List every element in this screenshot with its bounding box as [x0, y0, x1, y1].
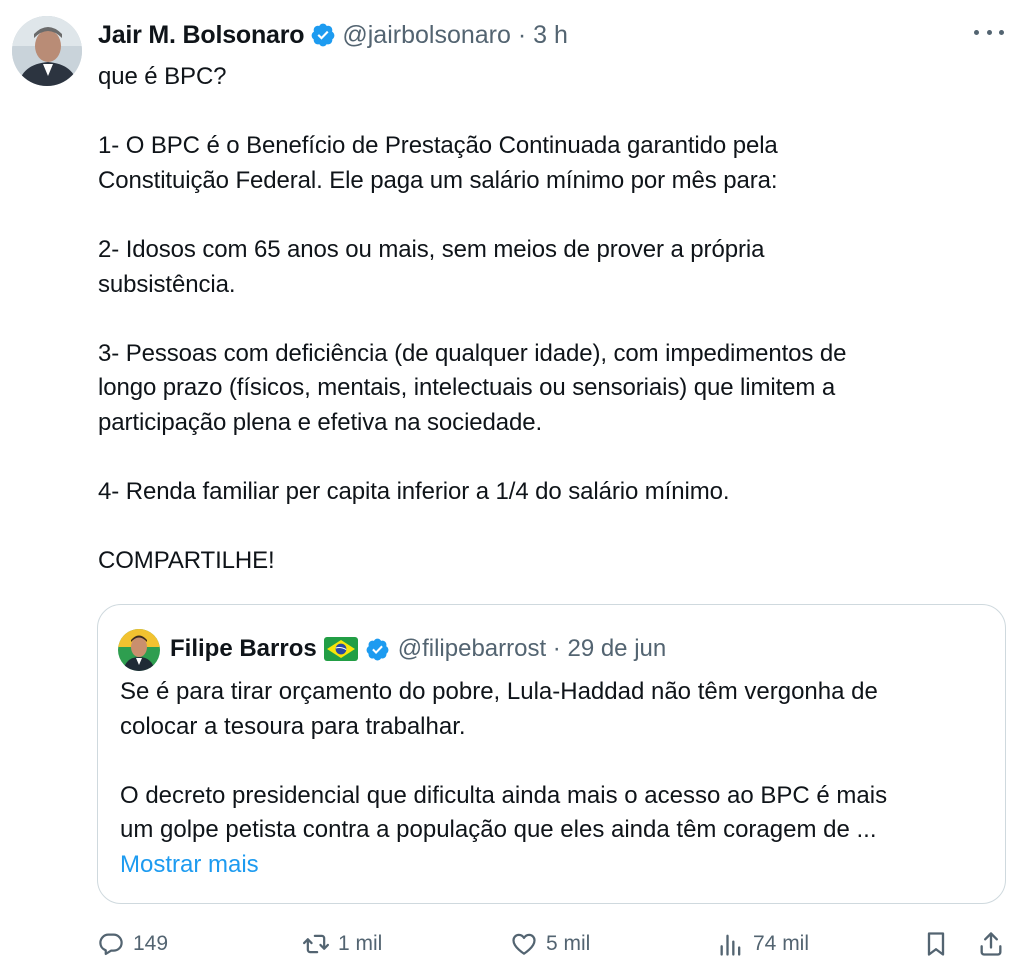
reply-button[interactable]: 149 [97, 924, 168, 964]
views-count: 74 mil [753, 932, 810, 955]
views-chart-icon [720, 934, 741, 956]
reply-icon [99, 933, 123, 956]
quote-separator-dot: · [546, 635, 568, 662]
views-button[interactable]: 74 mil [717, 924, 809, 964]
retweet-button[interactable]: 1 mil [302, 924, 382, 964]
quote-date[interactable]: 29 de jun [567, 635, 666, 663]
bookmark-button[interactable] [922, 924, 950, 964]
show-more-link[interactable]: Mostrar mais [120, 851, 259, 879]
like-count: 5 mil [546, 932, 591, 955]
tweet-action-bar: 149 1 mil 5 mil 74 mil [97, 924, 1007, 964]
tweet-time[interactable]: 3 h [533, 21, 568, 50]
quote-text: Se é para tirar orçamento do pobre, Lula… [120, 678, 888, 844]
quote-verified-badge-icon [366, 638, 389, 660]
bookmark-icon [927, 932, 945, 956]
quote-author-avatar[interactable] [118, 629, 160, 671]
share-icon [980, 932, 1002, 956]
more-options-icon[interactable] [974, 22, 1004, 42]
author-handle[interactable]: @jairbolsonaro [342, 21, 511, 50]
author-avatar[interactable] [12, 16, 82, 86]
author-name[interactable]: Jair M. Bolsonaro [98, 21, 305, 50]
quoted-tweet[interactable]: Filipe Barros @filipebarrost · 29 de jun… [97, 604, 1006, 904]
share-button[interactable] [977, 924, 1005, 964]
tweet-header: Jair M. Bolsonaro @jairbolsonaro · 3 h [98, 18, 568, 52]
separator-dot: · [510, 20, 534, 49]
tweet-text: que é BPC? 1- O BPC é o Benefício de Pre… [98, 63, 847, 575]
heart-icon [512, 933, 536, 955]
reply-count: 149 [133, 932, 169, 955]
verified-badge-icon [312, 23, 335, 47]
brazil-flag-icon [323, 637, 358, 661]
quote-header: Filipe Barros @filipebarrost · 29 de jun [170, 632, 666, 666]
retweet-icon [302, 934, 330, 954]
quote-author-name[interactable]: Filipe Barros [170, 635, 317, 663]
quote-author-handle[interactable]: @filipebarrost [398, 635, 546, 663]
retweet-count: 1 mil [338, 932, 383, 955]
like-button[interactable]: 5 mil [510, 924, 590, 964]
